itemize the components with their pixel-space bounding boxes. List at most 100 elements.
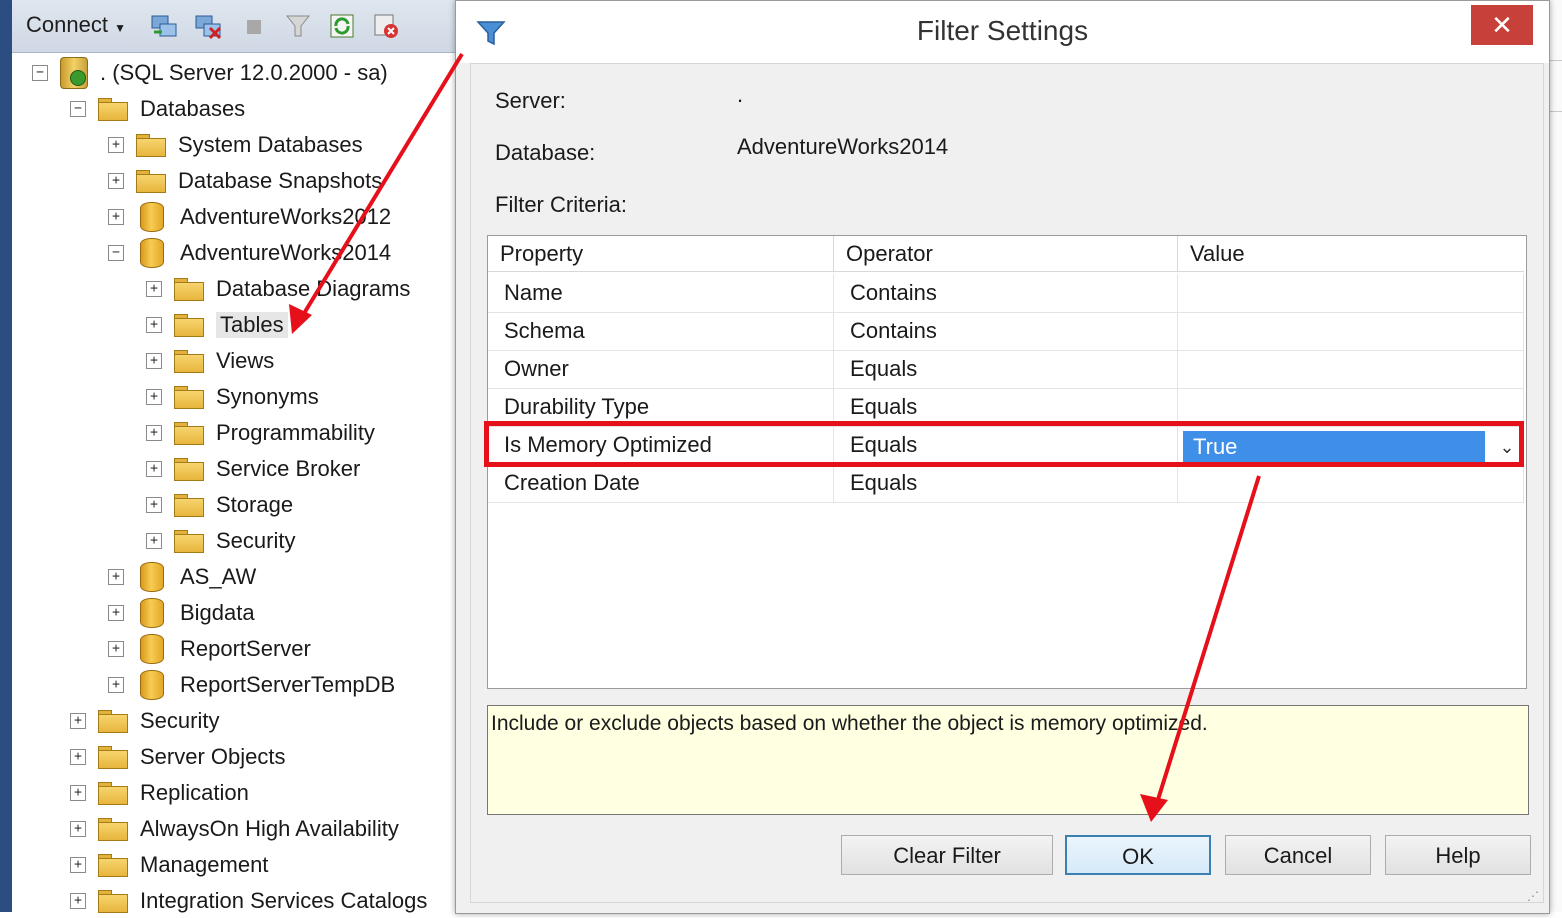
- stop-icon[interactable]: [240, 12, 268, 40]
- tree-item-label: Tables: [216, 312, 288, 338]
- expand-icon[interactable]: +: [108, 605, 124, 621]
- database-icon: [140, 562, 164, 592]
- grid-cell-operator: Equals: [834, 464, 1178, 502]
- grid-cell-value[interactable]: [1178, 350, 1524, 388]
- tree-item[interactable]: + Replication: [70, 776, 249, 810]
- tree-item[interactable]: + ReportServerTempDB: [108, 668, 395, 702]
- tree-item-label: Databases: [140, 96, 246, 121]
- tree-item[interactable]: − AdventureWorks2014: [108, 236, 391, 270]
- grid-cell-property: Owner: [488, 350, 834, 388]
- grid-cell-operator: Equals: [834, 350, 1178, 388]
- tree-item[interactable]: + Bigdata: [108, 596, 255, 630]
- connect-label: Connect: [26, 12, 108, 37]
- tree-item-label: ReportServerTempDB: [180, 672, 396, 697]
- tree-item[interactable]: − . (SQL Server 12.0.2000 - sa): [32, 56, 388, 90]
- expand-icon[interactable]: +: [146, 353, 162, 369]
- tree-item[interactable]: + ReportServer: [108, 632, 311, 666]
- connect-object-explorer-icon[interactable]: [150, 12, 178, 40]
- folder-icon: [174, 386, 204, 409]
- expand-icon[interactable]: +: [70, 749, 86, 765]
- collapse-icon[interactable]: −: [32, 65, 48, 81]
- folder-icon: [136, 170, 166, 193]
- expand-icon[interactable]: +: [146, 461, 162, 477]
- grid-cell-value[interactable]: [1178, 312, 1524, 350]
- grid-cell-property: Name: [488, 274, 834, 312]
- grid-cell-value[interactable]: [1178, 274, 1524, 312]
- folder-icon: [174, 314, 204, 337]
- grid-row[interactable]: Creation Date Equals: [488, 464, 1524, 503]
- tree-item[interactable]: + Views: [146, 344, 274, 378]
- connect-dropdown[interactable]: Connect ▼: [26, 12, 126, 38]
- grid-row[interactable]: Owner Equals: [488, 350, 1524, 389]
- folder-icon: [174, 530, 204, 553]
- tree-item-label: Security: [216, 528, 296, 553]
- grid-cell-value[interactable]: [1178, 464, 1524, 502]
- tree-item[interactable]: + AS_AW: [108, 560, 256, 594]
- expand-icon[interactable]: +: [70, 713, 86, 729]
- ok-button[interactable]: OK: [1065, 835, 1211, 875]
- expand-icon[interactable]: +: [70, 857, 86, 873]
- tree-item-label: Database Diagrams: [216, 276, 411, 301]
- expand-icon[interactable]: +: [108, 173, 124, 189]
- expand-icon[interactable]: +: [70, 821, 86, 837]
- tree-item[interactable]: + Programmability: [146, 416, 375, 450]
- tree-item-label: AlwaysOn High Availability: [140, 816, 399, 841]
- tree-item-label: ReportServer: [180, 636, 311, 661]
- expand-icon[interactable]: +: [146, 425, 162, 441]
- tree-item[interactable]: − Databases: [70, 92, 245, 126]
- expand-icon[interactable]: +: [146, 317, 162, 333]
- folder-icon: [98, 782, 128, 805]
- collapse-icon[interactable]: −: [70, 101, 86, 117]
- expand-icon[interactable]: +: [108, 569, 124, 585]
- expand-icon[interactable]: +: [108, 677, 124, 693]
- resize-grip-icon[interactable]: ⋰: [1527, 889, 1539, 903]
- tree-item[interactable]: + Storage: [146, 488, 293, 522]
- tree-item[interactable]: + Integration Services Catalogs: [70, 884, 427, 918]
- tree-item[interactable]: + System Databases: [108, 128, 363, 162]
- expand-icon[interactable]: +: [146, 389, 162, 405]
- delete-icon[interactable]: [372, 12, 400, 40]
- help-button[interactable]: Help: [1385, 835, 1531, 875]
- tree-item[interactable]: + Tables: [146, 308, 288, 342]
- expand-icon[interactable]: +: [108, 209, 124, 225]
- close-icon: ✕: [1491, 10, 1513, 40]
- dialog-title: Filter Settings: [916, 15, 1089, 46]
- tree-item-label: Synonyms: [216, 384, 319, 409]
- expand-icon[interactable]: +: [146, 533, 162, 549]
- expand-icon[interactable]: +: [108, 137, 124, 153]
- tree-item[interactable]: + Database Diagrams: [146, 272, 410, 306]
- tree-item[interactable]: + AlwaysOn High Availability: [70, 812, 399, 846]
- database-icon: [140, 238, 164, 268]
- expand-icon[interactable]: +: [108, 641, 124, 657]
- expand-icon[interactable]: +: [146, 281, 162, 297]
- expand-icon[interactable]: +: [70, 785, 86, 801]
- filter-icon[interactable]: [284, 12, 312, 40]
- tree-item[interactable]: + AdventureWorks2012: [108, 200, 391, 234]
- refresh-icon[interactable]: [328, 12, 356, 40]
- tree-item[interactable]: + Security: [146, 524, 295, 558]
- tree-item[interactable]: + Database Snapshots: [108, 164, 382, 198]
- folder-icon: [98, 98, 128, 121]
- database-icon: [140, 598, 164, 628]
- tree-item[interactable]: + Management: [70, 848, 268, 882]
- database-icon: [140, 202, 164, 232]
- database-icon: [140, 670, 164, 700]
- grid-cell-operator: Contains: [834, 312, 1178, 350]
- disconnect-icon[interactable]: [194, 12, 222, 40]
- database-icon: [140, 634, 164, 664]
- collapse-icon[interactable]: −: [108, 245, 124, 261]
- tree-item[interactable]: + Server Objects: [70, 740, 286, 774]
- close-button[interactable]: ✕: [1471, 5, 1533, 45]
- tree-item[interactable]: + Security: [70, 704, 219, 738]
- tree-item-label: Integration Services Catalogs: [140, 888, 428, 913]
- tree-item[interactable]: + Synonyms: [146, 380, 319, 414]
- cancel-button[interactable]: Cancel: [1225, 835, 1371, 875]
- expand-icon[interactable]: +: [146, 497, 162, 513]
- tree-item[interactable]: + Service Broker: [146, 452, 360, 486]
- dialog-titlebar: Filter Settings ✕: [456, 1, 1549, 63]
- grid-row[interactable]: Schema Contains: [488, 312, 1524, 351]
- tree-item-label: Programmability: [216, 420, 375, 445]
- clear-filter-button[interactable]: Clear Filter: [841, 835, 1053, 875]
- grid-row[interactable]: Name Contains: [488, 274, 1524, 313]
- expand-icon[interactable]: +: [70, 893, 86, 909]
